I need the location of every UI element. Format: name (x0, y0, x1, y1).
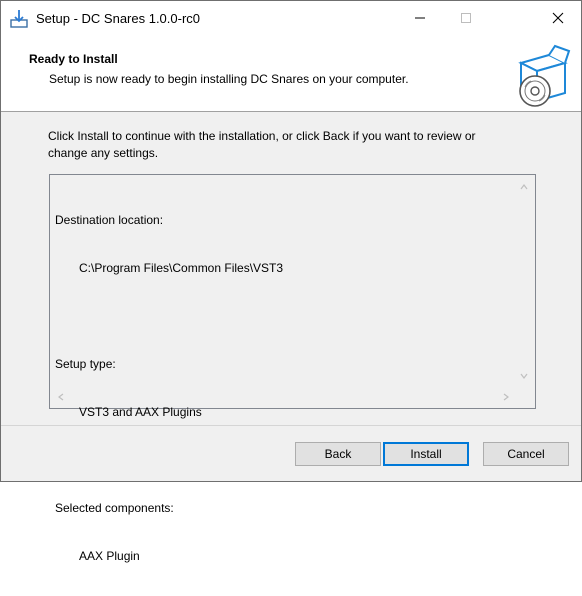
scroll-down-icon[interactable] (517, 369, 531, 383)
minimize-icon (414, 12, 426, 27)
maximize-icon (460, 12, 472, 27)
instructions-text: Click Install to continue with the insta… (48, 128, 538, 162)
box-disc-icon (511, 43, 575, 107)
install-button[interactable]: Install (383, 442, 469, 466)
page-subtitle: Setup is now ready to begin installing D… (49, 72, 409, 86)
scroll-up-icon[interactable] (517, 180, 531, 194)
setup-type-value: VST3 and AAX Plugins (79, 405, 202, 419)
ready-memo[interactable]: Destination location: C:\Program Files\C… (49, 174, 536, 563)
components-label: Selected components: (55, 501, 174, 515)
close-icon (552, 12, 564, 27)
maximize-button[interactable] (443, 1, 489, 37)
memo-content: Destination location: C:\Program Files\C… (55, 180, 283, 596)
cancel-button[interactable]: Cancel (483, 442, 569, 466)
instructions-line-1: Click Install to continue with the insta… (48, 129, 476, 143)
scroll-left-icon[interactable] (54, 390, 68, 404)
back-button[interactable]: Back (295, 442, 381, 466)
minimize-button[interactable] (397, 1, 443, 37)
title-bar[interactable]: Setup - DC Snares 1.0.0-rc0 (1, 1, 581, 37)
destination-label: Destination location: (55, 213, 164, 227)
setup-type-label: Setup type: (55, 357, 116, 371)
button-separator (1, 425, 581, 426)
setup-window: Setup - DC Snares 1.0.0-rc0 Ready to Ins… (0, 0, 582, 563)
page-title: Ready to Install (29, 52, 118, 66)
installer-icon (9, 9, 29, 29)
destination-value: C:\Program Files\Common Files\VST3 (79, 261, 284, 275)
close-button[interactable] (535, 1, 581, 37)
wizard-header: Ready to Install Setup is now ready to b… (1, 37, 581, 112)
components-value: AAX Plugin (79, 549, 140, 563)
scroll-right-icon[interactable] (499, 390, 513, 404)
instructions-line-2: change any settings. (48, 146, 159, 160)
window-title: Setup - DC Snares 1.0.0-rc0 (36, 11, 201, 26)
